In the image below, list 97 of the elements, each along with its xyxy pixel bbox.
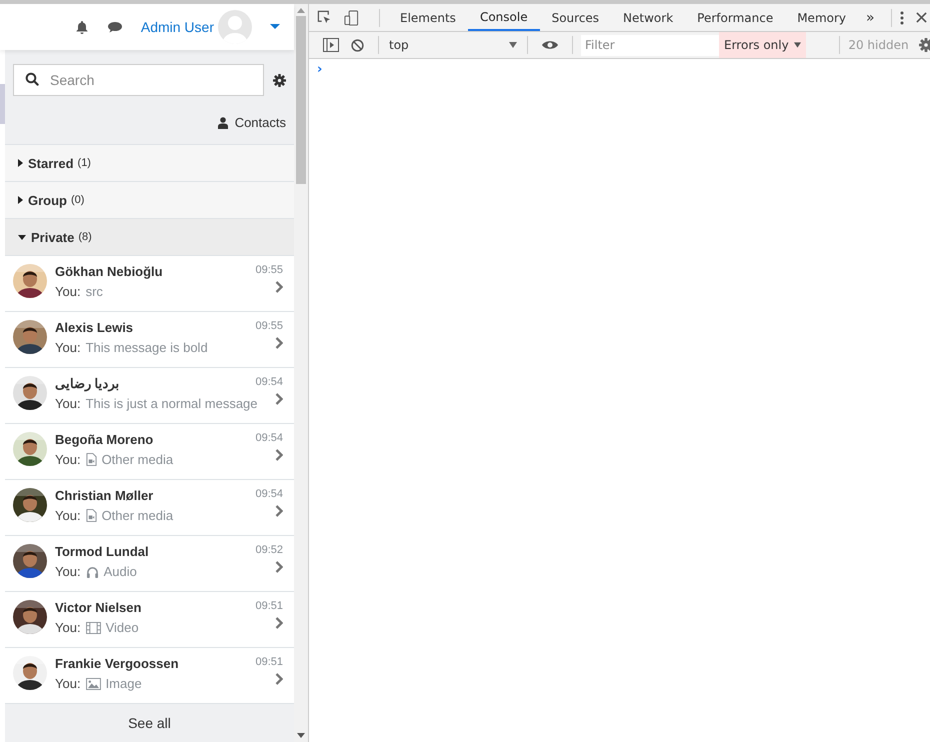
- conversation-item[interactable]: Begoña Moreno You: Other media 09:54: [5, 424, 294, 480]
- film-icon: [86, 622, 101, 634]
- conversation-item[interactable]: Gökhan Nebioğlu You: src 09:55: [5, 256, 294, 312]
- caret-icon: [18, 159, 23, 167]
- caret-icon: [18, 196, 23, 204]
- console-prompt[interactable]: ›: [317, 62, 322, 77]
- settings-icon[interactable]: [273, 74, 286, 86]
- contact-name: Victor Nielsen: [55, 600, 142, 615]
- image-icon: [86, 678, 101, 690]
- contact-name: Alexis Lewis: [55, 320, 134, 335]
- contact-name: بردیا رضایی: [55, 376, 121, 391]
- devtools-tab[interactable]: Sources: [540, 4, 612, 31]
- sender-label: You:: [55, 620, 81, 635]
- sender-label: You:: [55, 508, 81, 523]
- devtools-tab[interactable]: Network: [611, 4, 686, 31]
- caret-icon: [18, 234, 26, 240]
- devtools-tab[interactable]: Elements: [388, 4, 468, 31]
- chevron-right-icon: [275, 393, 283, 405]
- sender-label: You:: [55, 564, 81, 579]
- message-preview: src: [86, 284, 103, 299]
- contacts-label: Contacts: [234, 115, 286, 130]
- message-preview: Audio: [104, 564, 137, 579]
- more-tabs-button[interactable]: »: [858, 10, 883, 26]
- device-toolbar-icon[interactable]: [344, 10, 359, 26]
- search-icon: [25, 72, 39, 86]
- caret-icon[interactable]: [270, 24, 280, 30]
- conversation-item[interactable]: Christian Møller You: Other media 09:54: [5, 480, 294, 536]
- conversation-item[interactable]: Tormod Lundal You: Audio 09:52: [5, 536, 294, 592]
- user-menu-link[interactable]: Admin User: [140, 19, 214, 35]
- chevron-right-icon: [275, 617, 283, 629]
- contact-name: Gökhan Nebioğlu: [55, 264, 164, 279]
- sender-label: You:: [55, 340, 81, 355]
- context-selector[interactable]: top: [387, 38, 519, 52]
- chevron-right-icon: [275, 673, 283, 685]
- section-title: Starred: [28, 156, 74, 170]
- message-time: 09:55: [255, 264, 283, 276]
- contacts-link[interactable]: Contacts: [13, 115, 286, 130]
- message-preview: Other media: [102, 452, 174, 467]
- contact-name: Frankie Vergoossen: [55, 656, 180, 671]
- conversation-item[interactable]: Alexis Lewis You: This message is bold 09:55: [5, 312, 294, 368]
- settings-icon[interactable]: [918, 38, 930, 52]
- section-count: (8): [78, 231, 92, 243]
- see-all-link[interactable]: See all: [5, 704, 294, 742]
- caret-icon: [794, 42, 801, 48]
- eye-icon[interactable]: [542, 40, 558, 50]
- chevron-right-icon: [275, 449, 283, 461]
- sender-label: You:: [55, 676, 81, 691]
- message-preview: This message is bold: [86, 340, 208, 355]
- contact-name: Begoña Moreno: [55, 432, 154, 447]
- sender-label: You:: [55, 284, 81, 299]
- hidden-count: 20 hidden: [848, 38, 909, 52]
- chevron-right-icon: [275, 505, 283, 517]
- log-levels-dropdown[interactable]: Errors only: [719, 32, 806, 58]
- message-time: 09:55: [255, 320, 283, 332]
- message-time: 09:51: [255, 656, 283, 668]
- message-time: 09:51: [255, 600, 283, 612]
- caret-icon: [509, 42, 517, 48]
- sender-label: You:: [55, 396, 81, 411]
- close-icon[interactable]: [916, 12, 927, 23]
- search-field[interactable]: Search: [13, 64, 264, 96]
- devtools-tab[interactable]: Memory: [785, 4, 858, 31]
- chevron-right-icon: [275, 281, 283, 293]
- file-icon: [86, 509, 97, 522]
- sender-label: You:: [55, 452, 81, 467]
- kebab-menu-icon[interactable]: [900, 10, 904, 24]
- section-count: (1): [78, 157, 91, 169]
- bell-icon[interactable]: [74, 20, 89, 34]
- person-icon: [218, 116, 228, 128]
- speech-bubble-icon[interactable]: [106, 20, 123, 34]
- contact-name: Christian Møller: [55, 488, 154, 503]
- contact-name: Tormod Lundal: [55, 544, 150, 559]
- message-time: 09:54: [255, 432, 283, 444]
- message-preview: Other media: [102, 508, 174, 523]
- message-preview: Image: [106, 676, 142, 691]
- section-title: Group: [28, 192, 67, 208]
- section-title: Private: [31, 230, 74, 244]
- scrollbar-thumb[interactable]: [296, 16, 306, 184]
- message-preview: This is just a normal message: [86, 396, 258, 411]
- section-header[interactable]: Private (8): [5, 219, 294, 256]
- conversation-item[interactable]: Victor Nielsen You: Video 09:51: [5, 592, 294, 648]
- message-time: 09:54: [255, 376, 283, 388]
- devtools-tab[interactable]: Performance: [685, 4, 786, 31]
- inspect-icon[interactable]: [317, 10, 332, 25]
- chevron-right-icon: [275, 561, 283, 573]
- clear-console-icon[interactable]: [351, 38, 364, 52]
- filter-field[interactable]: Filter: [581, 34, 719, 56]
- message-time: 09:54: [255, 488, 283, 500]
- section-header[interactable]: Group (0): [5, 182, 294, 219]
- message-preview: Video: [106, 620, 139, 635]
- headphones-icon: [86, 566, 99, 578]
- sidebar-toggle-icon[interactable]: [323, 38, 339, 52]
- message-time: 09:52: [255, 544, 283, 556]
- scroll-down-icon[interactable]: [297, 733, 305, 738]
- section-count: (0): [71, 194, 84, 206]
- file-icon: [86, 453, 97, 466]
- section-header[interactable]: Starred (1): [5, 145, 294, 182]
- chevron-right-icon: [275, 337, 283, 349]
